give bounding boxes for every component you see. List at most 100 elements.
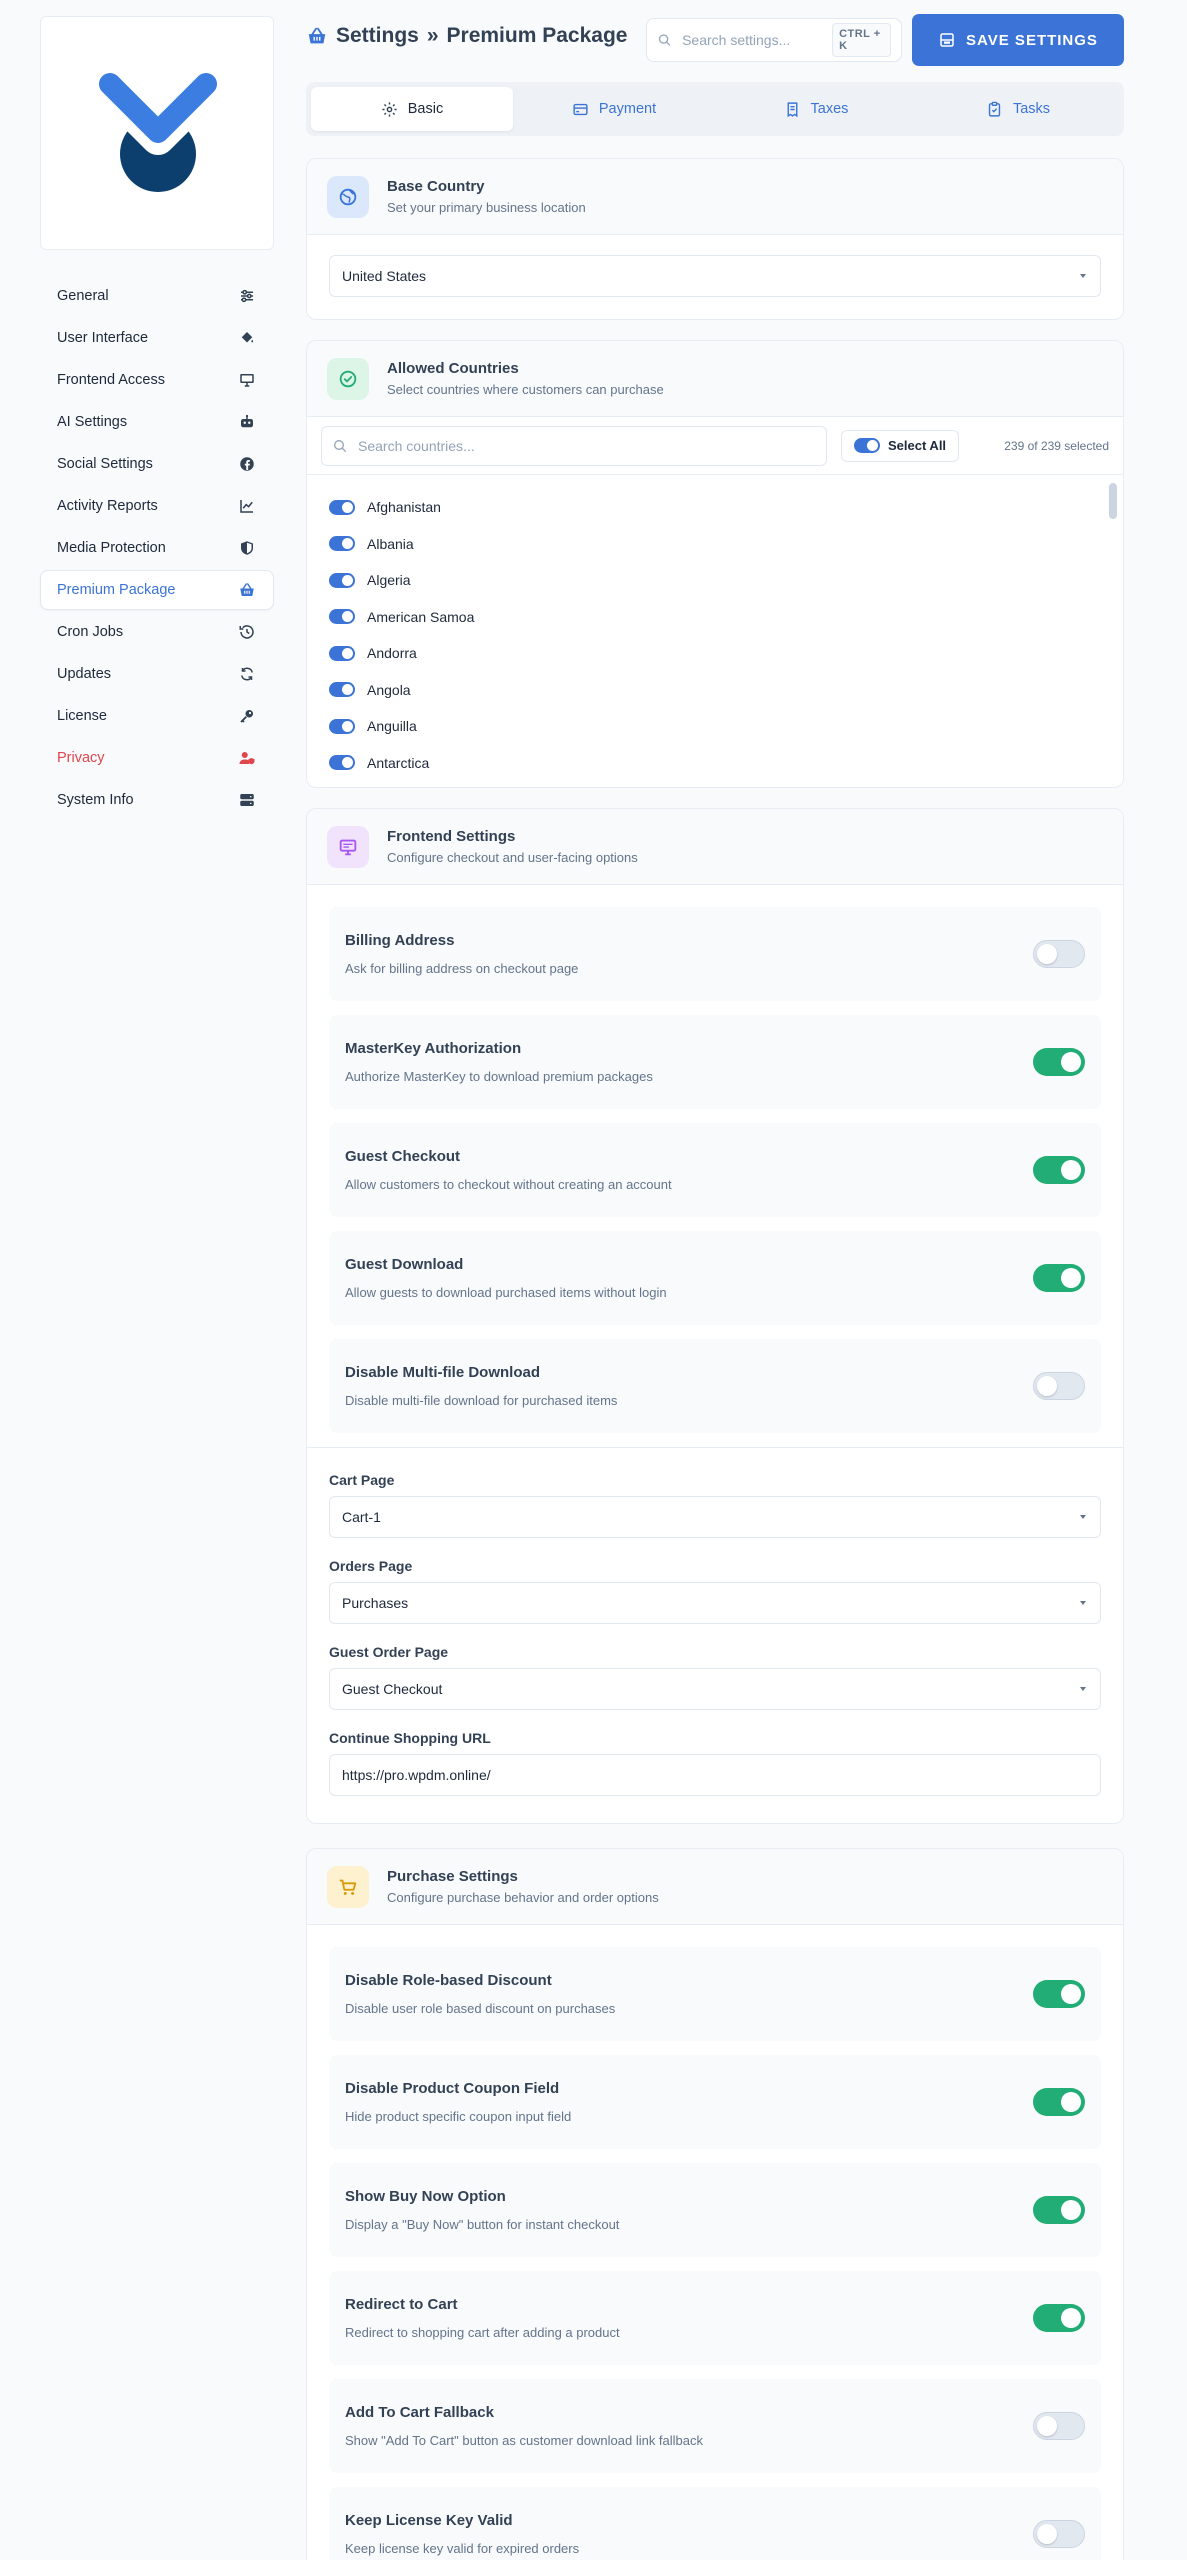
sidebar: General User Interface Frontend Access A… (40, 16, 274, 822)
billing-address-toggle[interactable] (1033, 940, 1085, 968)
scrollbar[interactable] (1109, 483, 1117, 519)
sidebar-item-media-protection[interactable]: Media Protection (40, 528, 274, 568)
sidebar-item-label: System Info (57, 792, 134, 808)
add-to-cart-fallback-toggle[interactable] (1033, 2412, 1085, 2440)
country-toggle[interactable] (329, 609, 355, 625)
country-toggle[interactable] (329, 572, 355, 588)
disable-role-based-discount-toggle[interactable] (1033, 1980, 1085, 2008)
sidebar-item-ai-settings[interactable]: AI Settings (40, 402, 274, 442)
country-toggle[interactable] (329, 645, 355, 661)
frontend-settings-title: Frontend Settings (387, 828, 516, 845)
sidebar-item-updates[interactable]: Updates (40, 654, 274, 694)
show-buy-now-option-toggle[interactable] (1033, 2196, 1085, 2224)
guest-download-toggle[interactable] (1033, 1264, 1085, 1292)
cart-page-value: Cart-1 (342, 1509, 381, 1525)
country-search[interactable] (321, 425, 827, 466)
disable-multi-file-download-toggle[interactable] (1033, 1372, 1085, 1400)
settings-search-input[interactable] (682, 32, 823, 48)
sidebar-item-label: User Interface (57, 330, 149, 346)
tab-label: Basic (407, 101, 444, 117)
setting-show-buy-now-option: Show Buy Now Option Display a "Buy Now" … (329, 2163, 1101, 2257)
sidebar-item-system-info[interactable]: System Info (40, 780, 274, 820)
country-toggle[interactable] (329, 536, 355, 552)
sidebar-item-frontend-access[interactable]: Frontend Access (40, 360, 274, 400)
setting-title: Add To Cart Fallback (345, 2404, 494, 2421)
setting-description: Display a "Buy Now" button for instant c… (345, 2217, 620, 2232)
setting-title: Redirect to Cart (345, 2296, 458, 2313)
redirect-to-cart-toggle[interactable] (1033, 2304, 1085, 2332)
cart-page-select[interactable]: Cart-1 (329, 1496, 1101, 1538)
sidebar-item-privacy[interactable]: Privacy (40, 738, 274, 778)
country-list: Afghanistan Albania Algeria American Sam… (307, 475, 1123, 771)
search-icon (334, 439, 346, 452)
sidebar-item-activity-reports[interactable]: Activity Reports (40, 486, 274, 526)
settings-search[interactable]: CTRL + K (646, 18, 902, 62)
guest-checkout-toggle[interactable] (1033, 1156, 1085, 1184)
save-settings-button[interactable]: SAVE SETTINGS (912, 14, 1124, 66)
select-all-toggle[interactable] (854, 438, 880, 453)
country-name: Andorra (367, 645, 417, 662)
setting-masterkey-authorization: MasterKey Authorization Authorize Master… (329, 1015, 1101, 1109)
globe-icon (339, 188, 357, 205)
tab-tasks[interactable]: Tasks (917, 87, 1119, 131)
search-icon (658, 34, 671, 46)
setting-billing-address: Billing Address Ask for billing address … (329, 907, 1101, 1001)
frontend-settings-header: Frontend Settings Configure checkout and… (307, 809, 1123, 885)
setting-title: MasterKey Authorization (345, 1040, 522, 1057)
tab-basic[interactable]: Basic (311, 87, 513, 131)
sidebar-item-social-settings[interactable]: Social Settings (40, 444, 274, 484)
tab-taxes[interactable]: Taxes (715, 87, 917, 131)
disable-product-coupon-field-toggle[interactable] (1033, 2088, 1085, 2116)
country-toggle[interactable] (329, 755, 355, 771)
country-item: Albania (307, 526, 1123, 563)
purchase-settings-subtitle: Configure purchase behavior and order op… (387, 1890, 659, 1905)
continue-shopping-input[interactable]: https://pro.wpdm.online/ (329, 1754, 1101, 1796)
country-search-input[interactable] (358, 437, 758, 454)
setting-title: Billing Address (345, 932, 455, 949)
title-settings: Settings (336, 24, 419, 47)
keep-license-key-valid-toggle[interactable] (1033, 2520, 1085, 2548)
allowed-countries-card: Allowed Countries Select countries where… (306, 340, 1124, 788)
country-toggle[interactable] (329, 682, 355, 698)
orders-page-select[interactable]: Purchases (329, 1582, 1101, 1624)
guest-order-page-select[interactable]: Guest Checkout (329, 1668, 1101, 1710)
sidebar-item-premium-package[interactable]: Premium Package (40, 570, 274, 610)
country-toggle[interactable] (329, 499, 355, 515)
tab-payment[interactable]: Payment (513, 87, 715, 131)
setting-disable-product-coupon-field: Disable Product Coupon Field Hide produc… (329, 2055, 1101, 2149)
setting-description: Disable multi-file download for purchase… (345, 1393, 618, 1408)
base-country-card: Base Country Set your primary business l… (306, 158, 1124, 320)
save-settings-label: SAVE SETTINGS (966, 31, 1098, 49)
purchase-settings-card: Purchase Settings Configure purchase beh… (306, 1848, 1124, 2560)
select-all-label: Select All (888, 438, 947, 453)
title-premium: Premium Package (446, 24, 628, 47)
sidebar-item-user-interface[interactable]: User Interface (40, 318, 274, 358)
frontend-settings-card: Frontend Settings Configure checkout and… (306, 808, 1124, 1824)
sidebar-item-license[interactable]: License (40, 696, 274, 736)
country-name: Albania (367, 535, 414, 552)
cart-page-label: Cart Page (329, 1472, 395, 1488)
base-country-select[interactable]: United States (329, 255, 1101, 297)
sidebar-item-cron-jobs[interactable]: Cron Jobs (40, 612, 274, 652)
country-name: Antarctica (367, 754, 430, 771)
monitor-icon (339, 839, 357, 855)
basket-icon (240, 583, 254, 596)
masterkey-authorization-toggle[interactable] (1033, 1048, 1085, 1076)
selected-count: 239 of 239 selected (1004, 438, 1109, 453)
logo-card (40, 16, 274, 250)
sidebar-item-general[interactable]: General (40, 276, 274, 316)
base-country-value: United States (342, 268, 427, 284)
country-item: Anguilla (307, 708, 1123, 745)
sidebar-item-label: License (57, 708, 107, 724)
sidebar-item-label: Updates (57, 666, 112, 682)
purchase-settings-title: Purchase Settings (387, 1868, 518, 1885)
country-toggle[interactable] (329, 718, 355, 734)
continue-shopping-value: https://pro.wpdm.online/ (342, 1767, 491, 1783)
sidebar-item-label: AI Settings (57, 414, 128, 430)
select-all-button[interactable]: Select All (841, 429, 960, 462)
setting-description: Keep license key valid for expired order… (345, 2541, 580, 2556)
base-country-subtitle: Set your primary business location (387, 200, 586, 215)
chevron-down-icon (1080, 274, 1086, 278)
save-icon (940, 33, 954, 47)
sliders-icon (241, 289, 253, 303)
